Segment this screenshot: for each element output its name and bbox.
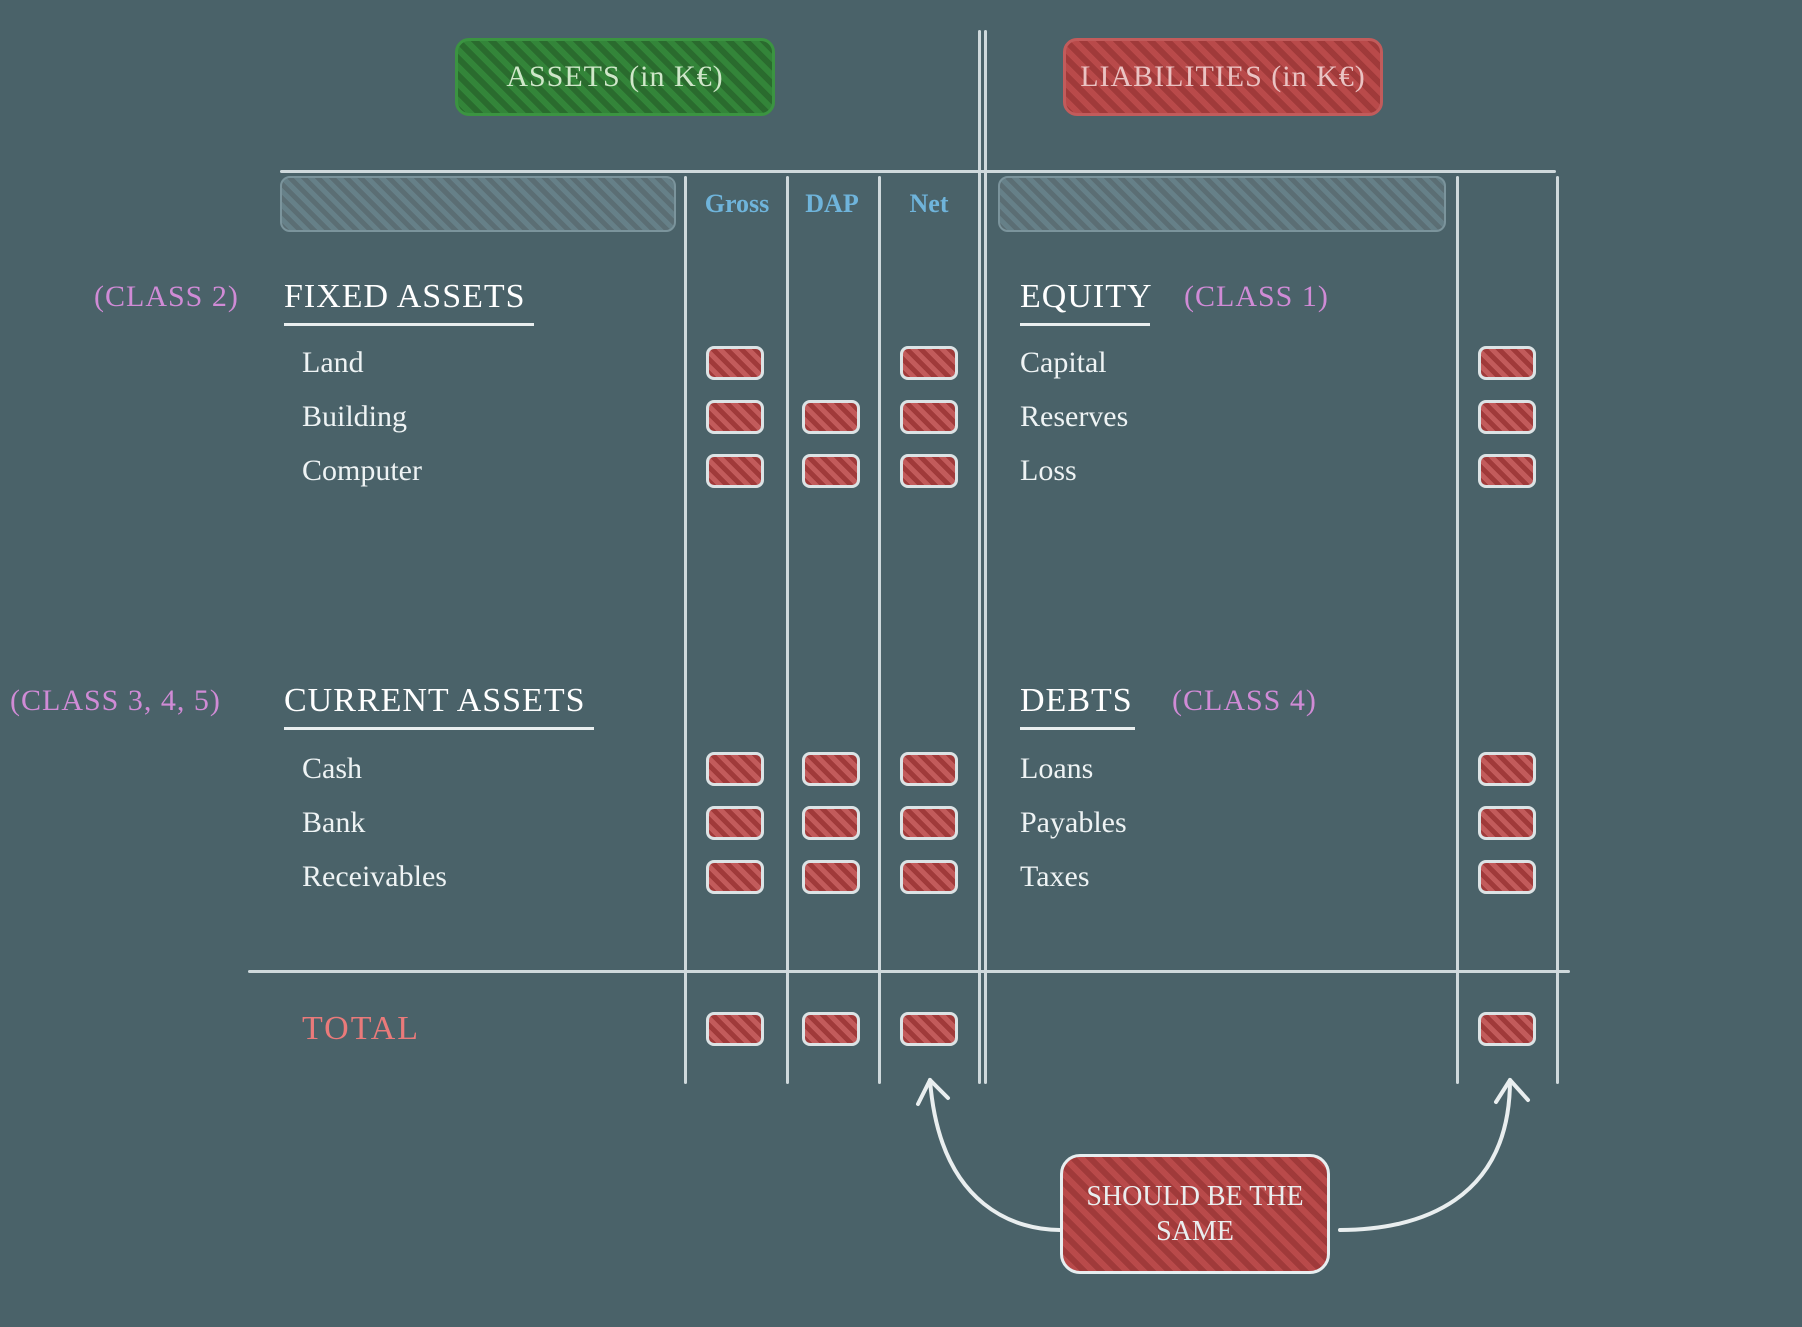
chip-total-dap [802, 1012, 860, 1046]
item-loss: Loss [1020, 454, 1077, 488]
chip-bank-dap [802, 806, 860, 840]
chip-receivables-net [900, 860, 958, 894]
chip-cash-gross [706, 752, 764, 786]
hline-top [280, 170, 1556, 173]
chip-loss [1478, 454, 1536, 488]
fixed-assets-title: FIXED ASSETS [284, 278, 534, 316]
vline-gross-left [684, 176, 687, 1084]
chip-computer-dap [802, 454, 860, 488]
vline-gross-right [786, 176, 789, 1084]
chip-total-net [900, 1012, 958, 1046]
item-computer: Computer [302, 454, 422, 488]
hline-total [248, 970, 1570, 973]
item-reserves: Reserves [1020, 400, 1128, 434]
col-dap: DAP [790, 176, 874, 232]
item-land: Land [302, 346, 364, 380]
total-label: TOTAL [302, 1010, 420, 1048]
chip-reserves [1478, 400, 1536, 434]
col-gross: Gross [690, 176, 784, 232]
chip-taxes [1478, 860, 1536, 894]
liabilities-header: LIABILITIES (in K€) [1063, 38, 1383, 116]
col-net: Net [884, 176, 974, 232]
chip-bank-gross [706, 806, 764, 840]
item-capital: Capital [1020, 346, 1107, 380]
chip-total-gross [706, 1012, 764, 1046]
assets-label-column-bar [280, 176, 676, 232]
item-bank: Bank [302, 806, 365, 840]
chip-building-dap [802, 400, 860, 434]
note-should-be-same: SHOULD BE THE SAME [1060, 1154, 1330, 1274]
chip-payables [1478, 806, 1536, 840]
item-cash: Cash [302, 752, 362, 786]
chip-land-net [900, 346, 958, 380]
vline-center [978, 30, 981, 1084]
equity-title: EQUITY [1020, 278, 1150, 316]
liabilities-column-bar [998, 176, 1446, 232]
chip-loans [1478, 752, 1536, 786]
debts-title: DEBTS [1020, 682, 1135, 720]
chip-bank-net [900, 806, 958, 840]
chip-computer-net [900, 454, 958, 488]
current-assets-class: (CLASS 3, 4, 5) [10, 684, 221, 718]
arrow-left-icon [900, 1050, 1100, 1280]
chip-total-liabilities [1478, 1012, 1536, 1046]
arrow-right-icon [1320, 1050, 1560, 1280]
item-payables: Payables [1020, 806, 1127, 840]
chip-capital [1478, 346, 1536, 380]
chip-receivables-gross [706, 860, 764, 894]
chip-computer-gross [706, 454, 764, 488]
assets-header: ASSETS (in K€) [455, 38, 775, 116]
item-building: Building [302, 400, 407, 434]
vline-center2 [984, 30, 987, 1084]
chip-cash-dap [802, 752, 860, 786]
chip-receivables-dap [802, 860, 860, 894]
item-loans: Loans [1020, 752, 1093, 786]
debts-class: (CLASS 4) [1172, 684, 1317, 718]
chip-land-gross [706, 346, 764, 380]
current-assets-title: CURRENT ASSETS [284, 682, 594, 720]
vline-liab-value-right [1556, 176, 1559, 1084]
chip-building-gross [706, 400, 764, 434]
vline-dap-right [878, 176, 881, 1084]
chip-cash-net [900, 752, 958, 786]
vline-liab-value-left [1456, 176, 1459, 1084]
item-receivables: Receivables [302, 860, 447, 894]
equity-class: (CLASS 1) [1184, 280, 1329, 314]
item-taxes: Taxes [1020, 860, 1090, 894]
fixed-assets-class: (CLASS 2) [94, 280, 239, 314]
chip-building-net [900, 400, 958, 434]
